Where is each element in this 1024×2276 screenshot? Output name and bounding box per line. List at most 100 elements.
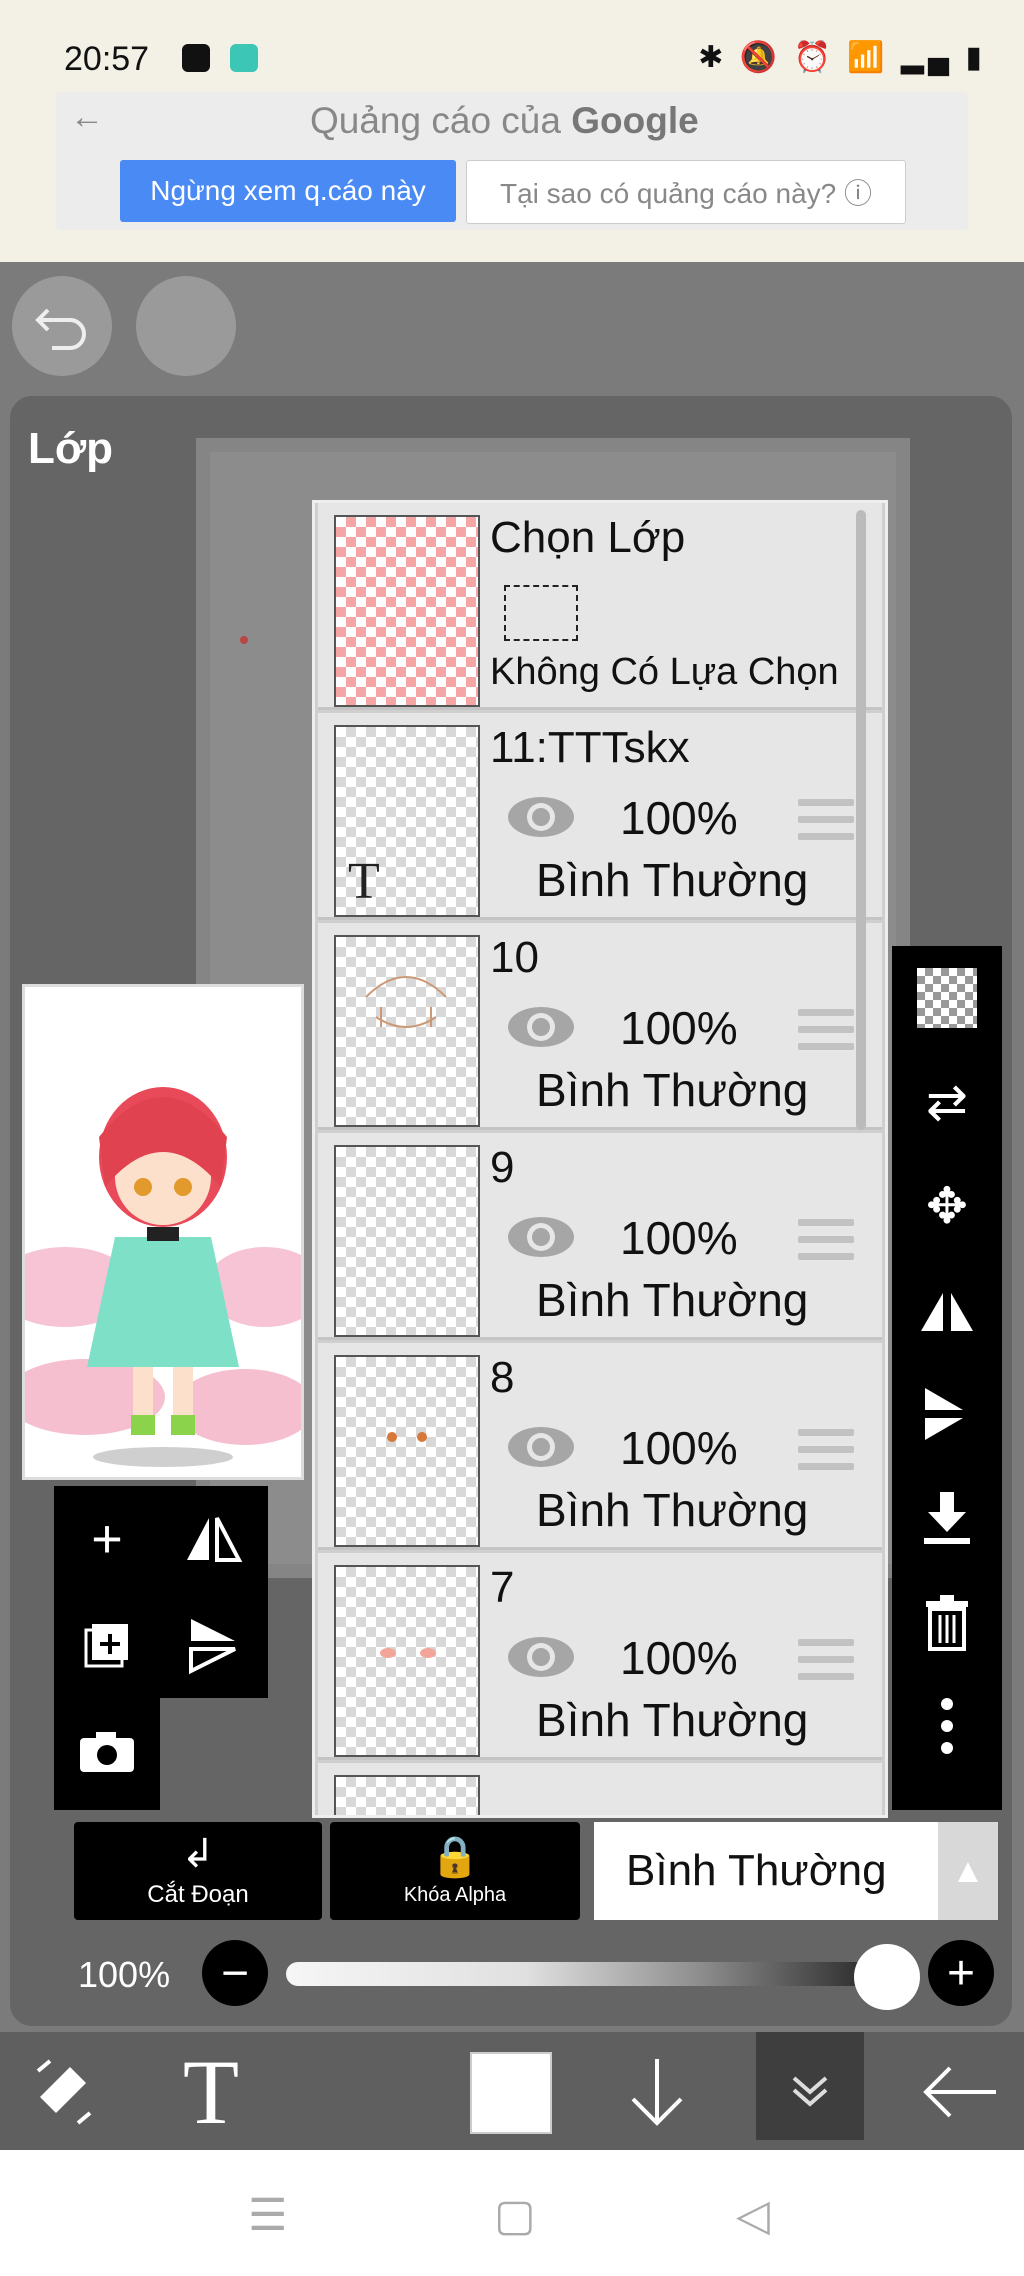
undo-icon (35, 308, 86, 350)
layer-sketch (365, 976, 447, 1028)
layer-sketch (380, 1648, 436, 1658)
move-icon[interactable]: ✥ (892, 1154, 1002, 1258)
eye-icon[interactable] (506, 1215, 576, 1259)
layer-row[interactable]: 10 100% Bình Thường (318, 923, 882, 1130)
layer-blend-mode[interactable]: Bình Thường (536, 1273, 808, 1327)
layer-name: 11:TTTskx (490, 723, 690, 772)
drag-handle-icon[interactable] (798, 1219, 854, 1263)
chevron-up-icon[interactable]: ▲ (938, 1822, 998, 1920)
clipping-button[interactable]: ↲ Cắt Đoạn (74, 1822, 322, 1920)
selection-layer-row[interactable]: Chọn Lớp Không Có Lựa Chọn (318, 503, 882, 710)
opacity-decrease-button[interactable]: − (202, 1940, 268, 2006)
status-icons: ✱ 🔕 ⏰ 📶 ▂▄ ▮ (698, 41, 986, 74)
layer-blend-mode[interactable]: Bình Thường (536, 1693, 808, 1747)
selection-marquee-icon (504, 585, 578, 641)
color-swatch[interactable] (470, 2052, 552, 2134)
flip-vertical-icon[interactable] (160, 1592, 266, 1698)
layer-name: 7 (490, 1563, 515, 1612)
zalo-icon (182, 44, 210, 72)
drag-handle-icon[interactable] (798, 799, 854, 843)
artwork-preview (22, 984, 304, 1480)
opacity-slider[interactable] (286, 1962, 886, 1986)
stop-ad-button[interactable]: Ngừng xem q.cáo này (120, 160, 456, 222)
layer-name: 8 (490, 1353, 515, 1402)
why-ad-button[interactable]: Tại sao có quảng cáo này? ⓘ (466, 160, 906, 224)
layer-opacity: 100% (620, 1632, 738, 1684)
selection-thumbnail (334, 515, 480, 707)
camera-icon[interactable] (54, 1698, 160, 1804)
blend-mode-select[interactable]: Bình Thường (594, 1822, 938, 1920)
status-time: 20:57 (64, 40, 150, 78)
flip-horizontal-icon[interactable] (160, 1486, 266, 1592)
selection-layer-title: Chọn Lớp (490, 513, 686, 562)
text-tool-icon[interactable]: T (166, 2040, 256, 2144)
arrow-down-icon[interactable] (612, 2040, 702, 2144)
layer-opacity: 100% (620, 1212, 738, 1264)
layer-opacity: 100% (620, 1002, 738, 1054)
transparency-icon[interactable] (892, 946, 1002, 1050)
ad-title-brand: Google (571, 100, 699, 141)
eye-icon[interactable] (506, 795, 576, 839)
layer-thumbnail (334, 1775, 480, 1815)
flip-horizontal-icon[interactable] (892, 1258, 1002, 1362)
opacity-value: 100% (78, 1954, 171, 1995)
clip-arrow-icon: ↲ (181, 1832, 215, 1876)
chat-icon (230, 44, 258, 72)
layer-blend-mode[interactable]: Bình Thường (536, 1063, 808, 1117)
left-toolbar-bottom (54, 1698, 160, 1810)
layer-blend-mode[interactable]: Bình Thường (536, 1483, 808, 1537)
drag-handle-icon[interactable] (798, 1009, 854, 1053)
layers-button[interactable] (756, 2032, 864, 2140)
layer-thumbnail (334, 1145, 480, 1337)
merge-down-icon[interactable] (892, 1466, 1002, 1570)
back-arrow-icon[interactable]: ← (70, 98, 104, 137)
eraser-swap-icon[interactable] (20, 2040, 110, 2144)
panel-title: Lớp (28, 424, 114, 473)
undo-button[interactable] (12, 276, 112, 376)
clip-label: Cắt Đoạn (147, 1881, 249, 1908)
alpha-lock-button[interactable]: 🔒 Khóa Alpha (330, 1822, 580, 1920)
right-toolbar: ⇄ ✥ (892, 946, 1002, 1810)
layer-thumbnail (334, 935, 480, 1127)
selection-status: Không Có Lựa Chọn (490, 651, 839, 693)
layer-name: 9 (490, 1143, 515, 1192)
trash-icon[interactable] (892, 1570, 1002, 1674)
more-icon[interactable] (892, 1674, 1002, 1778)
lock-icon: 🔒 (430, 1834, 480, 1879)
layer-row[interactable]: T 11:TTTskx 100% Bình Thường (318, 713, 882, 920)
layer-row-partial[interactable] (318, 1763, 882, 1815)
layer-thumbnail: T (334, 725, 480, 917)
layer-thumbnail (334, 1355, 480, 1547)
layer-name: 10 (490, 933, 539, 982)
add-layer-icon[interactable]: + (54, 1486, 160, 1592)
artwork-image (25, 987, 301, 1477)
layer-blend-mode[interactable]: Bình Thường (536, 853, 808, 907)
layer-row[interactable]: 8 100% Bình Thường (318, 1343, 882, 1550)
layer-scrollbar[interactable] (856, 510, 866, 1130)
layer-opacity: 100% (620, 1422, 738, 1474)
home-icon[interactable]: ▢ (494, 2190, 536, 2241)
copy-layer-icon[interactable] (54, 1592, 160, 1698)
eye-icon[interactable] (506, 1635, 576, 1679)
redo-button[interactable] (136, 276, 236, 376)
ad-title-prefix: Quảng cáo của (310, 100, 561, 141)
menu-icon[interactable]: ☰ (248, 2190, 287, 2241)
ad-title: Quảng cáo của Google (310, 100, 699, 142)
eye-icon[interactable] (506, 1425, 576, 1469)
layer-row[interactable]: 9 100% Bình Thường (318, 1133, 882, 1340)
text-layer-icon: T (348, 853, 380, 910)
swap-layer-icon[interactable]: ⇄ (892, 1050, 1002, 1154)
opacity-slider-knob[interactable] (854, 1944, 920, 2010)
layer-opacity: 100% (620, 792, 738, 844)
back-arrow-icon[interactable] (910, 2040, 1010, 2144)
back-icon[interactable]: ◁ (736, 2190, 770, 2241)
left-toolbar: + (54, 1486, 268, 1698)
layer-row[interactable]: 7 100% Bình Thường (318, 1553, 882, 1760)
opacity-increase-button[interactable]: + (928, 1940, 994, 2006)
drag-handle-icon[interactable] (798, 1429, 854, 1473)
layer-thumbnail (334, 1565, 480, 1757)
drag-handle-icon[interactable] (798, 1639, 854, 1683)
flip-vertical-icon[interactable] (892, 1362, 1002, 1466)
layer-list: Chọn Lớp Không Có Lựa Chọn T 11:TTTskx 1… (312, 500, 888, 1818)
eye-icon[interactable] (506, 1005, 576, 1049)
